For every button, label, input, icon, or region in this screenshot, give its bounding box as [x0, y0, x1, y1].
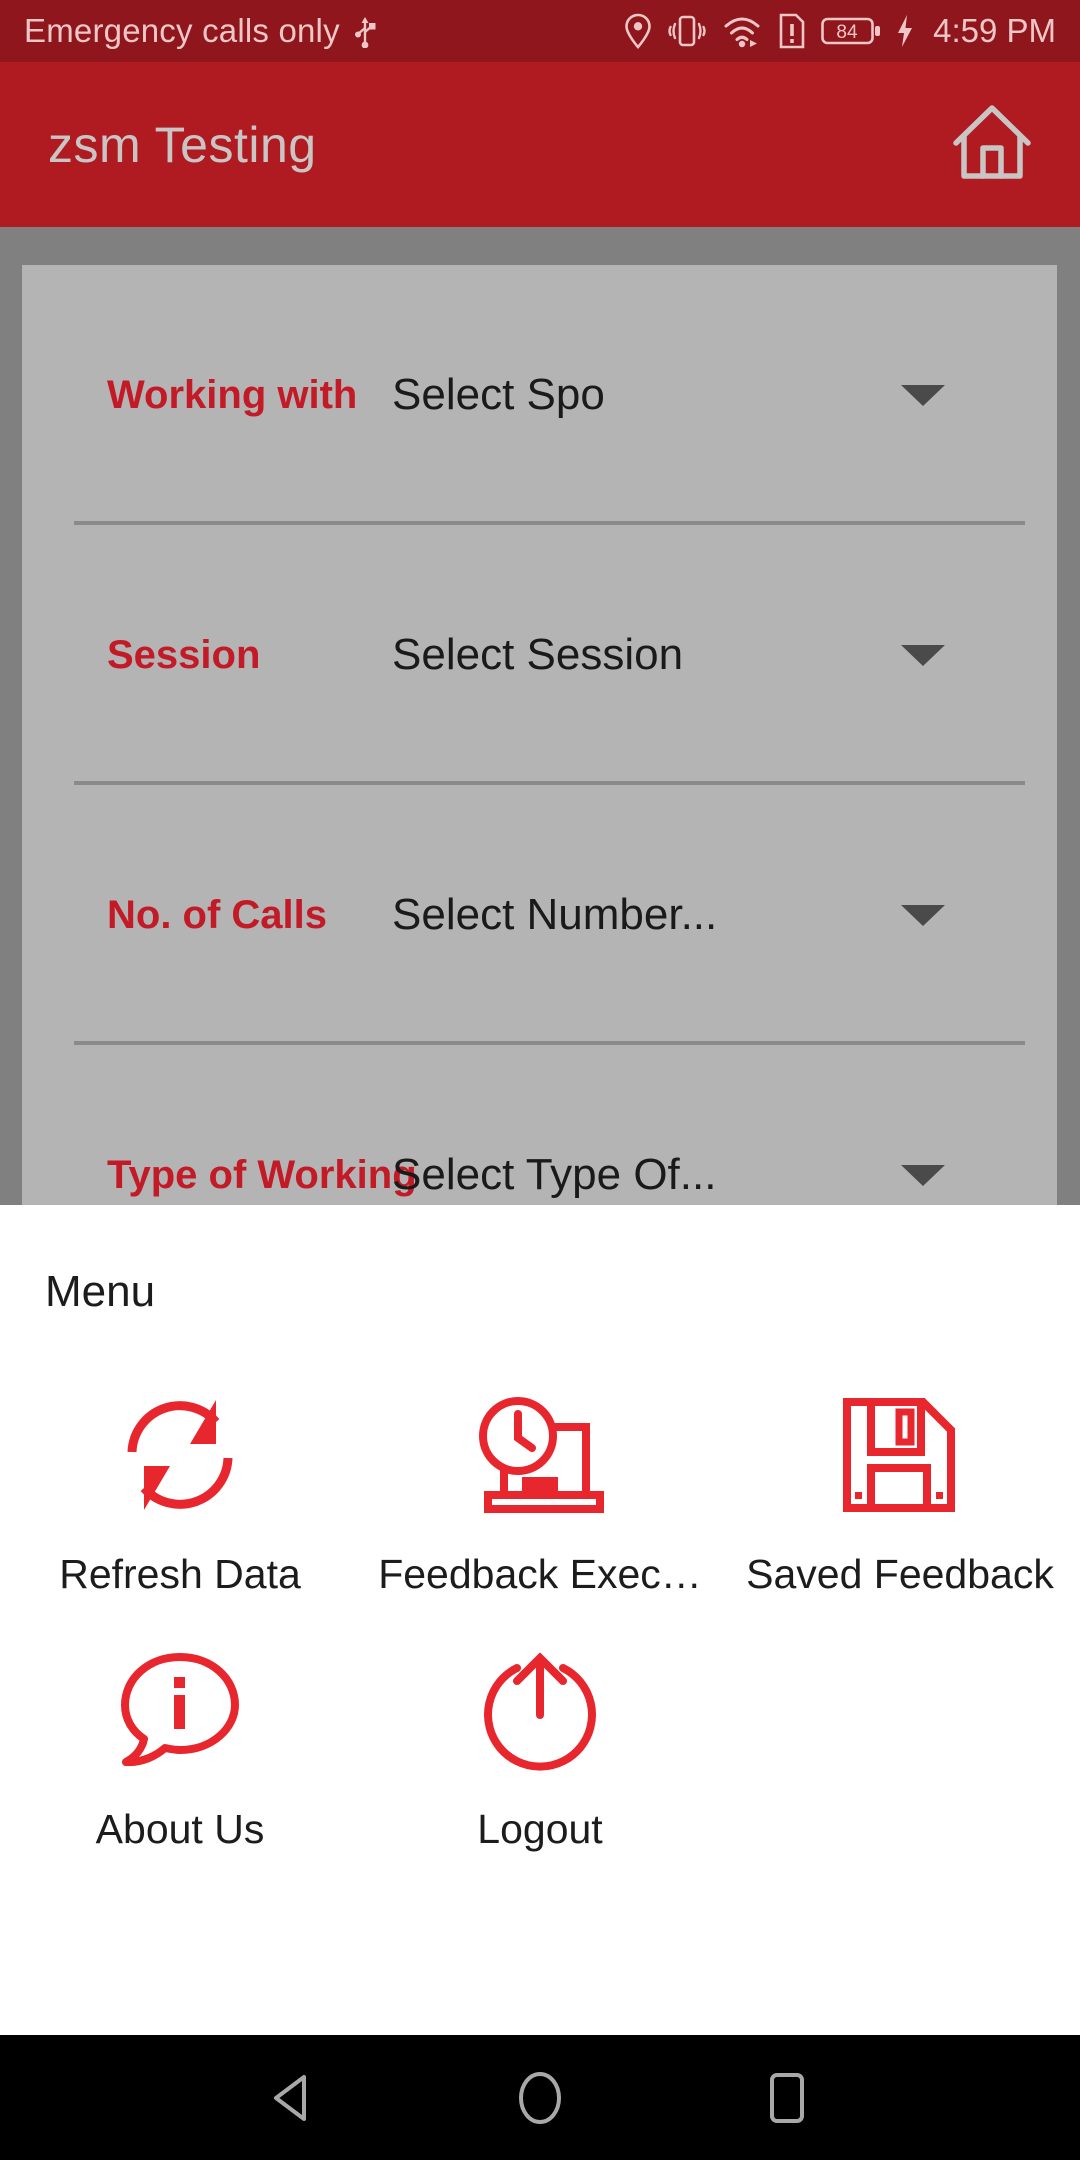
home-icon[interactable] — [946, 96, 1038, 193]
charging-bolt-icon — [895, 13, 915, 49]
menu-item-about-us[interactable]: About Us — [0, 1598, 360, 1853]
status-bar: Emergency calls only 84 4:59 PM — [0, 0, 1080, 62]
power-logout-icon — [465, 1640, 615, 1780]
recents-icon[interactable] — [732, 2043, 842, 2153]
floppy-disk-icon — [825, 1385, 975, 1525]
field-value: Select Type Of... — [392, 1150, 717, 1199]
back-icon[interactable] — [238, 2043, 348, 2153]
field-label: Type of Working — [107, 1152, 417, 1197]
clock-laptop-icon — [465, 1385, 615, 1525]
menu-row-2: About Us Logout — [0, 1598, 1080, 1853]
form-card: Working with Select Spo Session Select S… — [22, 265, 1057, 1225]
menu-item-label: Logout — [477, 1806, 603, 1852]
menu-grid: Refresh Data Feedback Exec… Saved Feedba… — [0, 1375, 1080, 1853]
menu-title: Menu — [45, 1267, 156, 1316]
battery-level-label: 84 — [837, 22, 859, 43]
status-bar-left: Emergency calls only — [24, 12, 378, 50]
clock-label: 4:59 PM — [933, 12, 1056, 49]
menu-bottom-sheet: Menu Refresh Data Feedback Exec… Saved F… — [0, 1205, 1080, 2035]
chevron-down-icon[interactable] — [901, 904, 945, 926]
chevron-down-icon[interactable] — [901, 384, 945, 406]
system-nav-bar — [0, 2035, 1080, 2160]
phone-screen: Emergency calls only 84 4:59 PM zsm Test… — [0, 0, 1080, 2160]
menu-item-label: Feedback Exec… — [378, 1551, 702, 1597]
menu-item-label: Refresh Data — [59, 1551, 301, 1597]
menu-item-logout[interactable]: Logout — [360, 1598, 720, 1853]
usb-icon — [352, 14, 378, 48]
field-value: Select Spo — [392, 370, 605, 419]
menu-row-1: Refresh Data Feedback Exec… Saved Feedba… — [0, 1375, 1080, 1598]
refresh-icon — [105, 1385, 255, 1525]
battery-icon: 84 — [821, 14, 881, 48]
menu-item-feedback-exec[interactable]: Feedback Exec… — [360, 1375, 720, 1598]
field-label: No. of Calls — [107, 892, 328, 937]
form-row-session[interactable]: Session Select Session — [22, 525, 1057, 785]
menu-item-label: Saved Feedback — [746, 1551, 1054, 1597]
field-label: Session — [107, 632, 261, 677]
location-icon — [623, 12, 653, 50]
menu-item-label: About Us — [95, 1806, 265, 1852]
vibrate-icon — [667, 12, 707, 50]
app-bar: zsm Testing — [0, 62, 1080, 227]
chevron-down-icon[interactable] — [901, 1164, 945, 1186]
status-bar-right: 84 4:59 PM — [623, 12, 1056, 50]
field-label: Working with — [107, 372, 358, 417]
menu-item-saved-feedback[interactable]: Saved Feedback — [720, 1375, 1080, 1598]
info-bubble-icon — [105, 1640, 255, 1780]
field-value: Select Number... — [392, 890, 718, 939]
field-value: Select Session — [392, 630, 684, 679]
form-row-working-with[interactable]: Working with Select Spo — [22, 265, 1057, 525]
menu-item-refresh-data[interactable]: Refresh Data — [0, 1375, 360, 1598]
sim-alert-icon — [777, 12, 807, 50]
carrier-label: Emergency calls only — [24, 12, 340, 49]
home-icon[interactable] — [485, 2043, 595, 2153]
form-row-no-of-calls[interactable]: No. of Calls Select Number... — [22, 785, 1057, 1045]
wifi-icon — [721, 13, 763, 49]
app-title: zsm Testing — [48, 116, 317, 173]
menu-item-empty — [720, 1598, 1080, 1853]
chevron-down-icon[interactable] — [901, 644, 945, 666]
